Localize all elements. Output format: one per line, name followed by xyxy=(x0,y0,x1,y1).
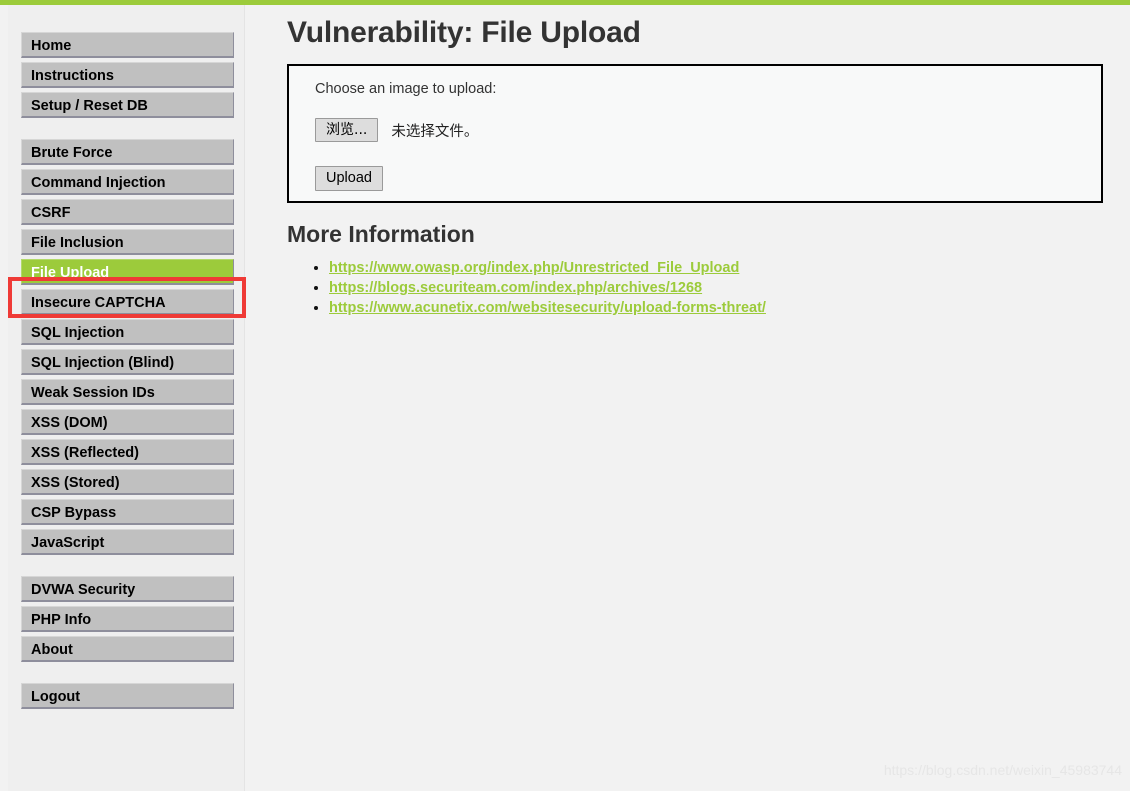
list-item: https://www.acunetix.com/websitesecurity… xyxy=(329,299,1107,317)
sidebar-item-brute-force[interactable]: Brute Force xyxy=(21,139,234,165)
sidebar-group-session: Logout xyxy=(8,683,244,709)
upload-form-panel: Choose an image to upload: 浏览... 未选择文件。 … xyxy=(287,64,1103,203)
selected-file-status: 未选择文件。 xyxy=(391,123,479,140)
page-root: Home Instructions Setup / Reset DB Brute… xyxy=(0,0,1130,791)
sidebar-group-vulnerabilities: Brute Force Command Injection CSRF File … xyxy=(8,139,244,555)
sidebar-item-php-info[interactable]: PHP Info xyxy=(21,606,234,632)
sidebar-item-instructions[interactable]: Instructions xyxy=(21,62,234,88)
sidebar-item-sql-injection-blind[interactable]: SQL Injection (Blind) xyxy=(21,349,234,375)
more-information-link-list: https://www.owasp.org/index.php/Unrestri… xyxy=(287,259,1107,317)
sidebar-item-csp-bypass[interactable]: CSP Bypass xyxy=(21,499,234,525)
sidebar-group-settings: DVWA Security PHP Info About xyxy=(8,576,244,662)
file-input-row: 浏览... 未选择文件。 xyxy=(315,118,478,142)
page-title: Vulnerability: File Upload xyxy=(287,16,641,49)
sidebar-item-file-upload[interactable]: File Upload xyxy=(21,259,234,285)
sidebar-item-weak-session-ids[interactable]: Weak Session IDs xyxy=(21,379,234,405)
sidebar-group-main: Home Instructions Setup / Reset DB xyxy=(8,32,244,118)
upload-instruction-label: Choose an image to upload: xyxy=(315,81,497,97)
sidebar-item-command-injection[interactable]: Command Injection xyxy=(21,169,234,195)
browse-file-button[interactable]: 浏览... xyxy=(315,118,379,142)
sidebar-item-csrf[interactable]: CSRF xyxy=(21,199,234,225)
sidebar-item-home[interactable]: Home xyxy=(21,32,234,58)
more-information-heading: More Information xyxy=(287,221,475,247)
reference-link-owasp[interactable]: https://www.owasp.org/index.php/Unrestri… xyxy=(329,260,739,276)
sidebar-item-logout[interactable]: Logout xyxy=(21,683,234,709)
sidebar-item-setup-reset-db[interactable]: Setup / Reset DB xyxy=(21,92,234,118)
upload-submit-button[interactable]: Upload xyxy=(315,166,383,191)
sidebar-item-file-inclusion[interactable]: File Inclusion xyxy=(21,229,234,255)
sidebar-item-xss-stored[interactable]: XSS (Stored) xyxy=(21,469,234,495)
sidebar-item-insecure-captcha[interactable]: Insecure CAPTCHA xyxy=(21,289,234,315)
main-content: Vulnerability: File Upload Choose an ima… xyxy=(287,5,1107,319)
reference-link-acunetix[interactable]: https://www.acunetix.com/websitesecurity… xyxy=(329,300,766,316)
sidebar: Home Instructions Setup / Reset DB Brute… xyxy=(8,5,245,791)
list-item: https://blogs.securiteam.com/index.php/a… xyxy=(329,279,1107,297)
sidebar-item-sql-injection[interactable]: SQL Injection xyxy=(21,319,234,345)
list-item: https://www.owasp.org/index.php/Unrestri… xyxy=(329,259,1107,277)
sidebar-item-xss-reflected[interactable]: XSS (Reflected) xyxy=(21,439,234,465)
sidebar-item-javascript[interactable]: JavaScript xyxy=(21,529,234,555)
sidebar-item-dvwa-security[interactable]: DVWA Security xyxy=(21,576,234,602)
watermark-text: https://blog.csdn.net/weixin_45983744 xyxy=(883,762,1122,778)
reference-link-securiteam[interactable]: https://blogs.securiteam.com/index.php/a… xyxy=(329,280,702,296)
sidebar-item-xss-dom[interactable]: XSS (DOM) xyxy=(21,409,234,435)
sidebar-item-about[interactable]: About xyxy=(21,636,234,662)
